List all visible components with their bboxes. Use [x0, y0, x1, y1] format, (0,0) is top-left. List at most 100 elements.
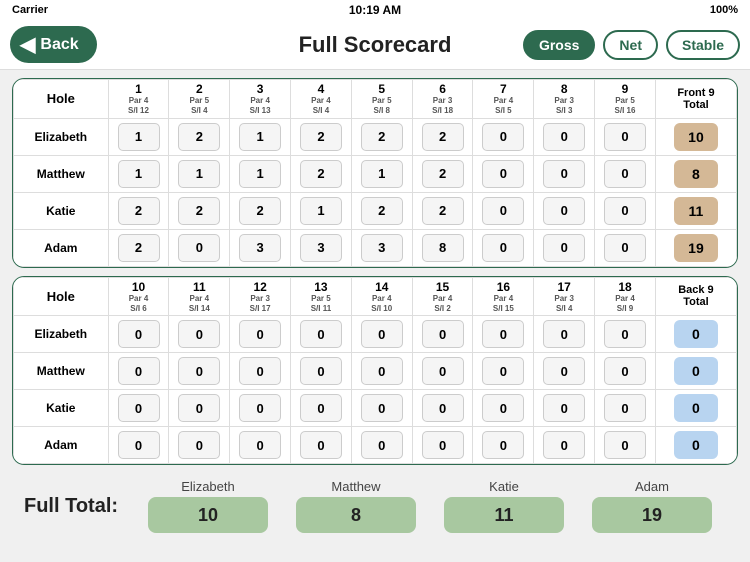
front9-score-matthew-hole7[interactable]: 0 [473, 155, 534, 192]
front9-score-elizabeth-hole4[interactable]: 2 [291, 118, 352, 155]
front9-score-matthew-hole2[interactable]: 1 [169, 155, 230, 192]
front9-score-matthew-hole8[interactable]: 0 [534, 155, 595, 192]
back9-player-name-elizabeth: Elizabeth [14, 316, 109, 353]
front9-score-elizabeth-hole1[interactable]: 1 [108, 118, 169, 155]
front9-score-katie-hole6[interactable]: 2 [412, 192, 473, 229]
back9-score-matthew-hole16[interactable]: 0 [473, 353, 534, 390]
front9-score-elizabeth-hole9[interactable]: 0 [595, 118, 656, 155]
carrier-label: Carrier [12, 4, 48, 16]
full-total-section: Full Total: Elizabeth 10 Matthew 8 Katie… [12, 473, 738, 539]
back9-score-adam-hole10[interactable]: 0 [108, 427, 169, 464]
back9-score-katie-hole15[interactable]: 0 [412, 390, 473, 427]
front9-score-matthew-hole6[interactable]: 2 [412, 155, 473, 192]
back9-score-adam-hole15[interactable]: 0 [412, 427, 473, 464]
back9-hole-label: Hole [14, 277, 109, 316]
front9-total-matthew: 8 [655, 155, 736, 192]
front9-score-elizabeth-hole7[interactable]: 0 [473, 118, 534, 155]
front9-score-adam-hole7[interactable]: 0 [473, 229, 534, 266]
front9-player-name-elizabeth: Elizabeth [14, 118, 109, 155]
back9-hole15: 15Par 4S/I 2 [412, 277, 473, 316]
front9-score-adam-hole5[interactable]: 3 [351, 229, 412, 266]
back9-score-katie-hole12[interactable]: 0 [230, 390, 291, 427]
front9-player-row: Matthew1112120008 [14, 155, 737, 192]
back9-hole12: 12Par 3S/I 17 [230, 277, 291, 316]
front9-table: Hole 1Par 4S/I 12 2Par 5S/I 4 3Par 4S/I … [13, 79, 737, 267]
front9-score-elizabeth-hole2[interactable]: 2 [169, 118, 230, 155]
back9-player-name-katie: Katie [14, 390, 109, 427]
back9-score-adam-hole11[interactable]: 0 [169, 427, 230, 464]
front9-score-adam-hole1[interactable]: 2 [108, 229, 169, 266]
back9-score-katie-hole13[interactable]: 0 [291, 390, 352, 427]
back-arrow-icon: ◀ [20, 32, 35, 57]
front9-score-katie-hole2[interactable]: 2 [169, 192, 230, 229]
front9-score-adam-hole6[interactable]: 8 [412, 229, 473, 266]
back9-score-adam-hole18[interactable]: 0 [595, 427, 656, 464]
front9-score-katie-hole4[interactable]: 1 [291, 192, 352, 229]
back9-score-adam-hole13[interactable]: 0 [291, 427, 352, 464]
back9-score-elizabeth-hole12[interactable]: 0 [230, 316, 291, 353]
front9-hole-label: Hole [14, 80, 109, 119]
front9-score-adam-hole2[interactable]: 0 [169, 229, 230, 266]
full-total-label: Full Total: [24, 495, 134, 518]
front9-score-katie-hole1[interactable]: 2 [108, 192, 169, 229]
front9-section: Hole 1Par 4S/I 12 2Par 5S/I 4 3Par 4S/I … [12, 78, 738, 268]
back9-total-label: Back 9Total [655, 277, 736, 316]
front9-score-katie-hole9[interactable]: 0 [595, 192, 656, 229]
back9-score-adam-hole16[interactable]: 0 [473, 427, 534, 464]
back9-score-matthew-hole10[interactable]: 0 [108, 353, 169, 390]
total-katie-score: 11 [444, 497, 564, 533]
back9-score-elizabeth-hole17[interactable]: 0 [534, 316, 595, 353]
front9-score-elizabeth-hole3[interactable]: 1 [230, 118, 291, 155]
front9-score-adam-hole4[interactable]: 3 [291, 229, 352, 266]
back9-score-matthew-hole14[interactable]: 0 [351, 353, 412, 390]
front9-score-matthew-hole1[interactable]: 1 [108, 155, 169, 192]
front9-score-adam-hole3[interactable]: 3 [230, 229, 291, 266]
front9-score-matthew-hole5[interactable]: 1 [351, 155, 412, 192]
back9-score-katie-hole18[interactable]: 0 [595, 390, 656, 427]
back9-score-elizabeth-hole15[interactable]: 0 [412, 316, 473, 353]
back9-score-katie-hole16[interactable]: 0 [473, 390, 534, 427]
front9-score-matthew-hole3[interactable]: 1 [230, 155, 291, 192]
front9-score-matthew-hole4[interactable]: 2 [291, 155, 352, 192]
back9-score-katie-hole17[interactable]: 0 [534, 390, 595, 427]
back9-score-elizabeth-hole14[interactable]: 0 [351, 316, 412, 353]
back9-score-matthew-hole13[interactable]: 0 [291, 353, 352, 390]
back9-score-katie-hole14[interactable]: 0 [351, 390, 412, 427]
back9-score-adam-hole14[interactable]: 0 [351, 427, 412, 464]
back9-score-matthew-hole12[interactable]: 0 [230, 353, 291, 390]
front9-score-adam-hole9[interactable]: 0 [595, 229, 656, 266]
back9-score-matthew-hole17[interactable]: 0 [534, 353, 595, 390]
back9-score-adam-hole17[interactable]: 0 [534, 427, 595, 464]
back9-score-elizabeth-hole11[interactable]: 0 [169, 316, 230, 353]
front9-score-elizabeth-hole8[interactable]: 0 [534, 118, 595, 155]
back9-score-elizabeth-hole16[interactable]: 0 [473, 316, 534, 353]
gross-button[interactable]: Gross [523, 30, 595, 60]
back9-score-adam-hole12[interactable]: 0 [230, 427, 291, 464]
back9-score-elizabeth-hole18[interactable]: 0 [595, 316, 656, 353]
back-label: Back [40, 36, 78, 54]
front9-score-elizabeth-hole5[interactable]: 2 [351, 118, 412, 155]
back-button[interactable]: ◀ Back [10, 26, 97, 63]
net-button[interactable]: Net [603, 30, 658, 60]
front9-score-elizabeth-hole6[interactable]: 2 [412, 118, 473, 155]
back9-player-row: Katie0000000000 [14, 390, 737, 427]
front9-score-katie-hole5[interactable]: 2 [351, 192, 412, 229]
score-type-buttons: Gross Net Stable [523, 30, 740, 60]
back9-score-katie-hole10[interactable]: 0 [108, 390, 169, 427]
back9-score-katie-hole11[interactable]: 0 [169, 390, 230, 427]
front9-score-katie-hole3[interactable]: 2 [230, 192, 291, 229]
front9-score-katie-hole8[interactable]: 0 [534, 192, 595, 229]
front9-score-matthew-hole9[interactable]: 0 [595, 155, 656, 192]
back9-score-matthew-hole15[interactable]: 0 [412, 353, 473, 390]
back9-score-matthew-hole11[interactable]: 0 [169, 353, 230, 390]
total-elizabeth-name: Elizabeth [181, 479, 234, 494]
front9-score-adam-hole8[interactable]: 0 [534, 229, 595, 266]
back9-score-elizabeth-hole13[interactable]: 0 [291, 316, 352, 353]
front9-hole9: 9Par 5S/I 16 [595, 80, 656, 119]
stable-button[interactable]: Stable [666, 30, 740, 60]
total-matthew-name: Matthew [331, 479, 380, 494]
front9-score-katie-hole7[interactable]: 0 [473, 192, 534, 229]
back9-score-matthew-hole18[interactable]: 0 [595, 353, 656, 390]
total-elizabeth-score: 10 [148, 497, 268, 533]
back9-score-elizabeth-hole10[interactable]: 0 [108, 316, 169, 353]
